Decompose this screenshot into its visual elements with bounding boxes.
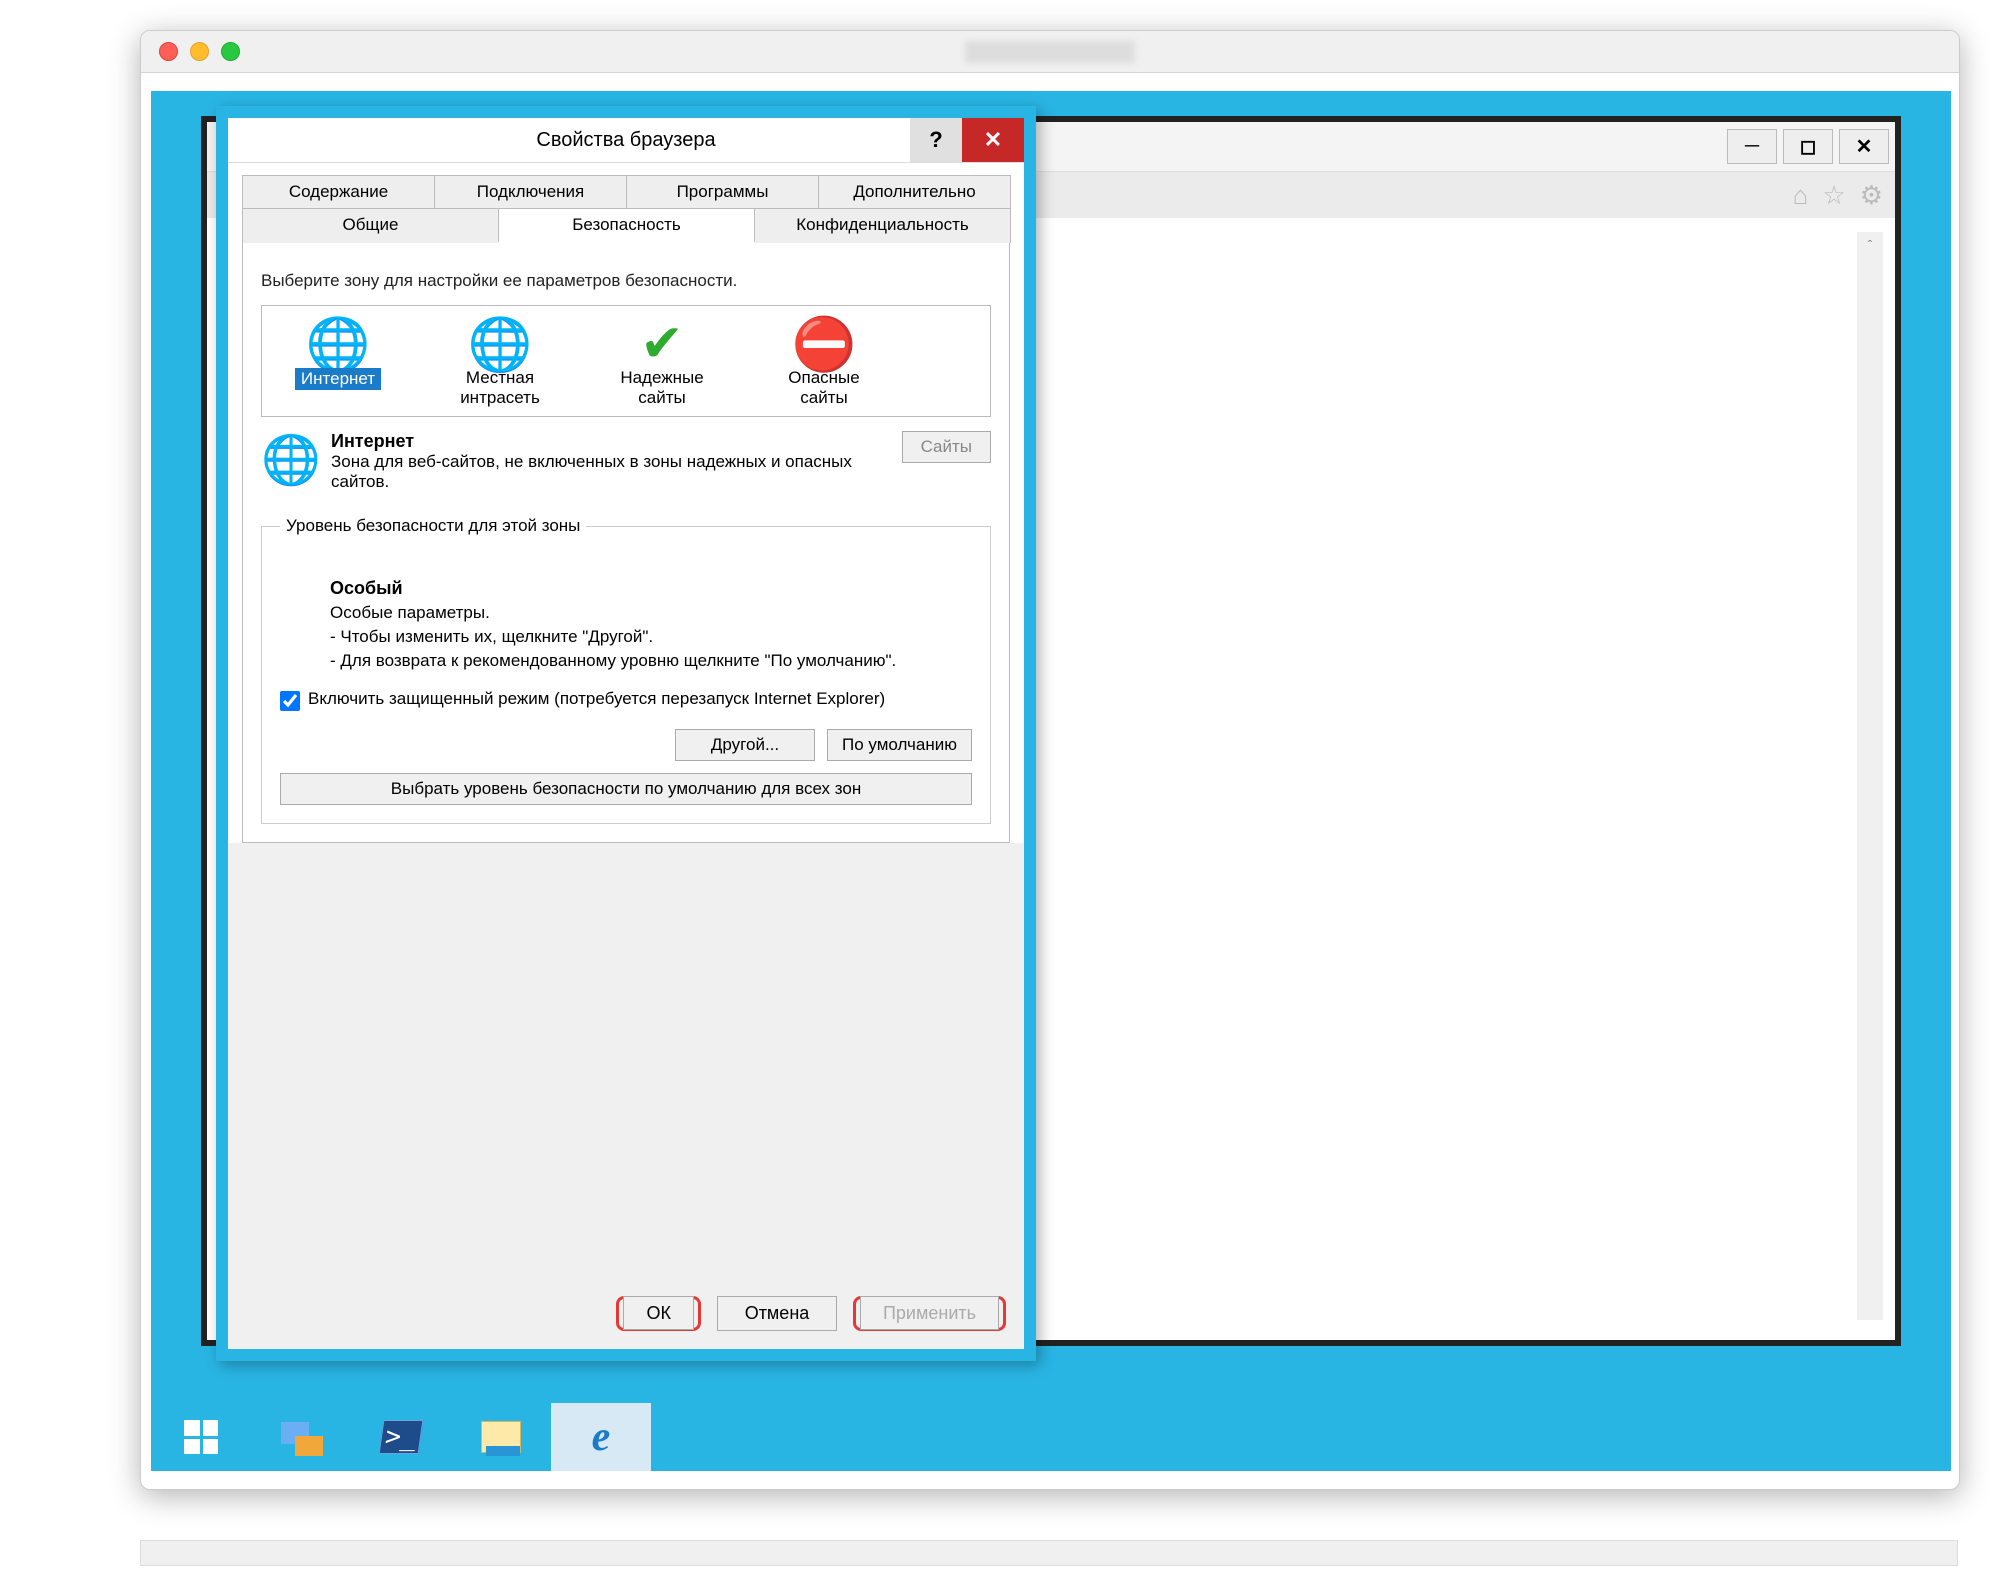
tab-general[interactable]: Общие (242, 208, 499, 243)
outer-scrollbar[interactable] (140, 1540, 1958, 1566)
dialog-close-button[interactable]: ✕ (962, 118, 1024, 162)
taskbar-powershell[interactable]: >_ (351, 1403, 451, 1471)
apply-highlight: Применить (853, 1296, 1006, 1331)
tab-security-panel: Выберите зону для настройки ее параметро… (242, 242, 1010, 843)
dialog-help-button[interactable]: ? (910, 118, 962, 162)
security-line-3: - Для возврата к рекомендованному уровню… (330, 651, 972, 671)
tab-content-tab[interactable]: Содержание (242, 175, 435, 208)
zone-intranet[interactable]: 🌐 Местная интрасеть (430, 314, 570, 408)
custom-level-button[interactable]: Другой... (675, 729, 815, 761)
zone-label: Интернет (295, 368, 381, 390)
zone-sublabel: сайты (592, 388, 732, 408)
ok-button[interactable]: ОК (623, 1296, 694, 1330)
protected-mode-text: Включить защищенный режим (потребуется п… (308, 689, 885, 709)
home-icon[interactable]: ⌂ (1793, 180, 1809, 211)
apply-button[interactable]: Применить (860, 1296, 999, 1330)
windows-icon (184, 1420, 218, 1454)
tab-programs-tab[interactable]: Программы (626, 175, 819, 208)
ie-maximize-button[interactable]: ◻ (1783, 129, 1833, 164)
dialog-footer: ОК Отмена Применить (616, 1296, 1006, 1331)
security-line-2: - Чтобы изменить их, щелкните "Другой". (330, 627, 972, 647)
mac-close-icon[interactable] (159, 42, 178, 61)
prohibited-icon: ⛔ (754, 314, 894, 366)
ok-highlight: ОК (616, 1296, 701, 1331)
ie-close-button[interactable]: ✕ (1839, 129, 1889, 164)
zone-label: Опасные (754, 368, 894, 388)
zone-description: Зона для веб-сайтов, не включенных в зон… (331, 452, 852, 491)
mac-window: ─ ◻ ✕ ной... ✕ ⌂ ☆ ⚙ асности Internet Ex… (140, 30, 1960, 1490)
tabs-row-1: Содержание Подключения Программы Дополни… (242, 175, 1010, 208)
mac-maximize-icon[interactable] (221, 42, 240, 61)
ie-minimize-button[interactable]: ─ (1727, 129, 1777, 164)
tab-security[interactable]: Безопасность (498, 208, 755, 243)
file-explorer-icon (481, 1421, 521, 1453)
server-manager-icon (281, 1418, 321, 1456)
taskbar-explorer[interactable] (451, 1403, 551, 1471)
tab-connections-tab[interactable]: Подключения (434, 175, 627, 208)
intranet-icon: 🌐 (430, 314, 570, 366)
powershell-icon: >_ (379, 1420, 424, 1454)
taskbar-server-manager[interactable] (251, 1403, 351, 1471)
protected-mode-label[interactable]: Включить защищенный режим (потребуется п… (280, 689, 972, 711)
tab-privacy[interactable]: Конфиденциальность (754, 208, 1011, 243)
dialog-title: Свойства браузера (536, 129, 715, 152)
scroll-up-icon[interactable]: ˆ (1857, 232, 1883, 258)
zone-name: Интернет (331, 431, 414, 451)
taskbar: >_ e (151, 1403, 1951, 1471)
remote-desktop: ─ ◻ ✕ ной... ✕ ⌂ ☆ ⚙ асности Internet Ex… (151, 91, 1951, 1471)
zone-label: Местная (430, 368, 570, 388)
zone-picker: 🌐 Интернет 🌐 Местная интрасеть ✔ Надежны… (261, 305, 991, 417)
mac-title-text (965, 41, 1135, 63)
zone-label: Надежные (592, 368, 732, 388)
zone-trusted[interactable]: ✔ Надежные сайты (592, 314, 732, 408)
globe-icon: 🌐 (261, 431, 317, 492)
zone-restricted[interactable]: ⛔ Опасные сайты (754, 314, 894, 408)
check-icon: ✔ (592, 314, 732, 366)
default-level-button[interactable]: По умолчанию (827, 729, 972, 761)
favorites-icon[interactable]: ☆ (1822, 180, 1845, 211)
security-level: Особый (330, 578, 403, 598)
tabs-row-2: Общие Безопасность Конфиденциальность (242, 208, 1010, 243)
gear-icon[interactable]: ⚙ (1860, 180, 1883, 211)
start-button[interactable] (151, 1403, 251, 1471)
mac-minimize-icon[interactable] (190, 42, 209, 61)
zone-internet[interactable]: 🌐 Интернет (268, 314, 408, 408)
security-legend: Уровень безопасности для этой зоны (280, 516, 586, 536)
internet-options-dialog: Свойства браузера ? ✕ Содержание Подключ… (216, 106, 1036, 1361)
globe-icon: 🌐 (268, 314, 408, 366)
zone-sublabel: сайты (754, 388, 894, 408)
security-line-1: Особые параметры. (330, 603, 972, 623)
internet-explorer-icon: e (592, 1413, 611, 1461)
cancel-button[interactable]: Отмена (717, 1296, 837, 1331)
sites-button[interactable]: Сайты (902, 431, 991, 463)
security-level-group: Уровень безопасности для этой зоны Особы… (261, 516, 991, 824)
dialog-titlebar: Свойства браузера ? ✕ (228, 118, 1024, 163)
taskbar-ie[interactable]: e (551, 1403, 651, 1471)
reset-all-zones-button[interactable]: Выбрать уровень безопасности по умолчани… (280, 773, 972, 805)
zone-sublabel: интрасеть (430, 388, 570, 408)
protected-mode-checkbox[interactable] (280, 691, 300, 711)
tab-advanced-tab[interactable]: Дополнительно (818, 175, 1011, 208)
zones-hint: Выберите зону для настройки ее параметро… (261, 271, 991, 291)
mac-titlebar (141, 31, 1959, 73)
ie-scrollbar[interactable]: ˆ (1857, 232, 1883, 1320)
